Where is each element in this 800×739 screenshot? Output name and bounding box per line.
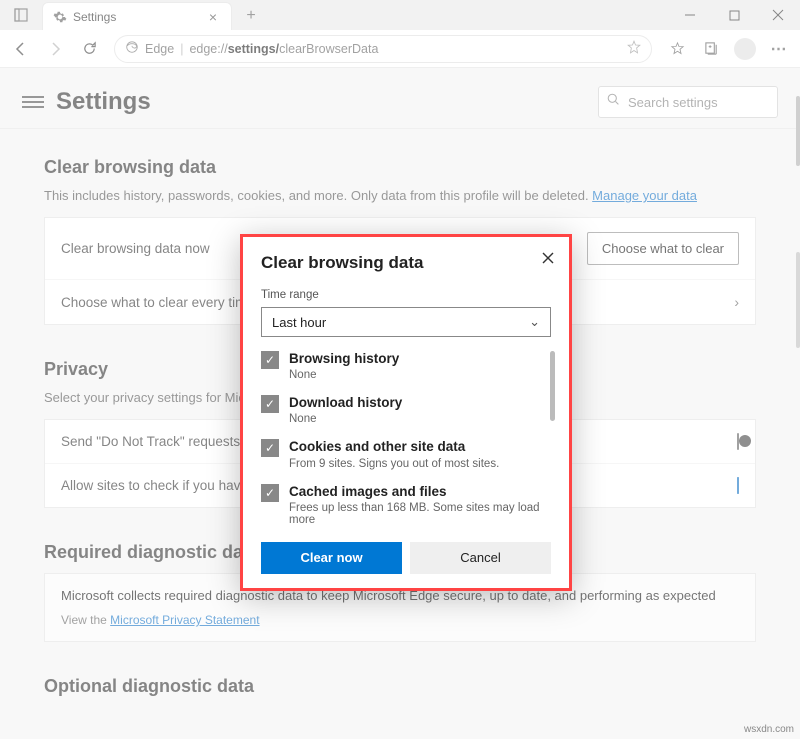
check-title: Download history [289,395,402,411]
watermark: wsxdn.com [744,724,794,735]
cancel-button[interactable]: Cancel [410,542,551,574]
time-range-label: Time range [261,289,551,301]
time-range-select[interactable]: Last hour ⌄ [261,307,551,337]
dialog-close-button[interactable] [537,247,559,269]
checkbox-checked-icon[interactable]: ✓ [261,395,279,413]
check-title: Cookies and other site data [289,439,499,455]
check-title: Cached images and files [289,484,551,500]
chevron-down-icon: ⌄ [529,314,540,330]
checkbox-checked-icon[interactable]: ✓ [261,351,279,369]
check-download-history[interactable]: ✓ Download history None [261,395,551,425]
checkbox-checked-icon[interactable]: ✓ [261,484,279,502]
check-cookies[interactable]: ✓ Cookies and other site data From 9 site… [261,439,551,469]
dialog-title: Clear browsing data [261,253,551,273]
dialog-items: ✓ Browsing history None ✓ Download histor… [261,351,551,526]
clear-now-button[interactable]: Clear now [261,542,402,574]
check-desc: From 9 sites. Signs you out of most site… [289,458,499,470]
select-value: Last hour [272,315,326,330]
clear-browsing-dialog: Clear browsing data Time range Last hour… [240,234,572,591]
check-desc: Frees up less than 168 MB. Some sites ma… [289,502,551,526]
check-desc: None [289,369,399,381]
check-title: Browsing history [289,351,399,367]
check-desc: None [289,413,402,425]
checkbox-checked-icon[interactable]: ✓ [261,439,279,457]
dialog-scrollbar[interactable] [550,351,555,421]
check-cache[interactable]: ✓ Cached images and files Frees up less t… [261,484,551,526]
check-browsing-history[interactable]: ✓ Browsing history None [261,351,551,381]
dialog-buttons: Clear now Cancel [261,542,551,574]
